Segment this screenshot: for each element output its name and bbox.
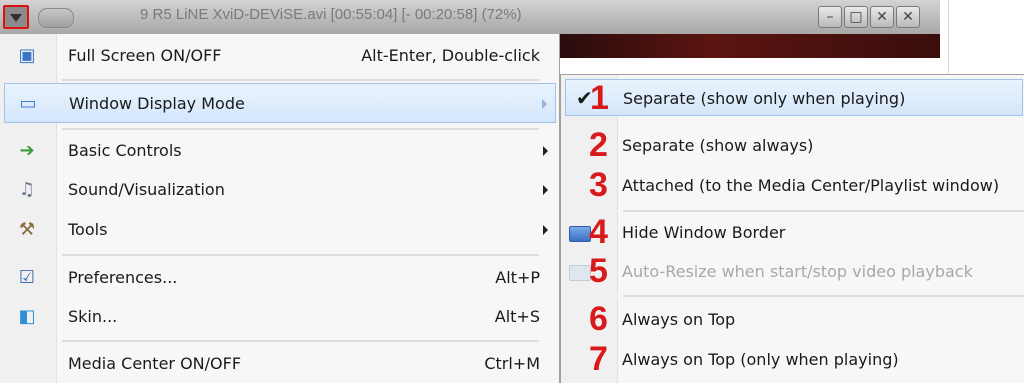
submenu-separator (623, 295, 1024, 297)
submenu-item-always-on-top[interactable]: 6 Always on Top (561, 300, 1024, 338)
menu-item-basic-controls[interactable]: ➔ Basic Controls (0, 131, 560, 171)
tools-icon: ⚒ (18, 219, 36, 240)
menu-separator (62, 79, 539, 81)
system-menu-button[interactable] (3, 5, 29, 29)
submenu-arrow-icon (543, 225, 548, 235)
skin-icon: ◧ (18, 306, 36, 327)
submenu-separator (623, 210, 1024, 212)
title-pill-button[interactable] (38, 8, 74, 28)
window-icon: ▭ (19, 93, 37, 114)
menu-item-label: Skin... (68, 307, 118, 326)
menu-item-sound-visualization[interactable]: ♫ Sound/Visualization (0, 170, 560, 210)
menu-item-shortcut: Alt+S (494, 307, 540, 326)
annotation-number: 2 (589, 126, 608, 164)
submenu-item-auto-resize: 5 Auto-Resize when start/stop video play… (561, 252, 1024, 290)
menu-item-label: Sound/Visualization (68, 180, 225, 199)
submenu-arrow-icon (543, 185, 548, 195)
menu-item-skin[interactable]: ◧ Skin... Alt+S (0, 297, 560, 337)
window-border-icon (569, 226, 591, 242)
preferences-icon: ☑ (18, 267, 36, 288)
menu-item-label: Full Screen ON/OFF (68, 46, 222, 65)
minimize-icon[interactable]: – (818, 6, 842, 28)
menu-item-shortcut: Alt-Enter, Double-click (361, 46, 540, 65)
menu-item-full-screen[interactable]: ▣ Full Screen ON/OFF Alt-Enter, Double-c… (0, 36, 560, 76)
menu-item-label: Basic Controls (68, 141, 182, 160)
window-title: 9 R5 LiNE XviD-DEViSE.avi [00:55:04] [- … (140, 6, 522, 23)
submenu-item-label: Always on Top (622, 310, 736, 329)
sound-icon: ♫ (18, 179, 36, 200)
menu-item-label: Window Display Mode (69, 94, 245, 113)
submenu-item-separate-playing[interactable]: ✔ 1 Separate (show only when playing) (565, 79, 1023, 117)
menu-item-label: Tools (68, 220, 108, 239)
menu-item-media-center[interactable]: Media Center ON/OFF Ctrl+M (0, 344, 560, 384)
video-preview-strip (560, 34, 940, 58)
submenu-item-label: Always on Top (only when playing) (622, 350, 899, 369)
submenu-item-label: Attached (to the Media Center/Playlist w… (622, 176, 1000, 195)
submenu-item-label: Hide Window Border (622, 223, 786, 242)
window-display-mode-submenu: ✔ 1 Separate (show only when playing) 2 … (560, 74, 1024, 383)
menu-separator (62, 128, 539, 130)
chevron-down-icon (10, 14, 22, 22)
submenu-arrow-icon (543, 146, 548, 156)
submenu-item-label: Separate (show only when playing) (623, 89, 906, 108)
menu-item-shortcut: Alt+P (495, 268, 540, 287)
annotation-number: 5 (589, 252, 608, 290)
submenu-item-attached[interactable]: 3 Attached (to the Media Center/Playlist… (561, 166, 1024, 204)
menu-item-label: Media Center ON/OFF (68, 354, 242, 373)
submenu-item-always-on-top-playing[interactable]: 7 Always on Top (only when playing) (561, 340, 1024, 378)
menu-item-label: Preferences... (68, 268, 178, 287)
media-center-icon (16, 354, 38, 374)
annotation-number: 4 (589, 213, 608, 251)
submenu-item-label: Separate (show always) (622, 136, 814, 155)
controls-icon: ➔ (19, 140, 35, 161)
menu-separator (62, 254, 539, 256)
window-controls: – □ ✕ ✕ (818, 6, 920, 28)
menu-item-tools[interactable]: ⚒ Tools (0, 210, 560, 250)
menu-separator (62, 340, 539, 342)
annotation-number: 7 (589, 340, 608, 378)
menu-item-shortcut: Ctrl+M (484, 354, 540, 373)
annotation-number: 6 (589, 300, 608, 338)
submenu-item-hide-border[interactable]: 4 Hide Window Border (561, 213, 1024, 251)
title-bar: 9 R5 LiNE XviD-DEViSE.avi [00:55:04] [- … (0, 0, 940, 34)
restore-icon[interactable]: □ (844, 6, 868, 28)
annotation-number: 3 (589, 166, 608, 204)
menu-item-preferences[interactable]: ☑ Preferences... Alt+P (0, 258, 560, 298)
menu-item-window-display-mode[interactable]: ▭ Window Display Mode (4, 83, 556, 123)
submenu-item-label: Auto-Resize when start/stop video playba… (622, 262, 973, 281)
close-icon[interactable]: ✕ (870, 6, 894, 28)
context-menu: ▣ Full Screen ON/OFF Alt-Enter, Double-c… (0, 34, 560, 383)
submenu-item-separate-always[interactable]: 2 Separate (show always) (561, 126, 1024, 164)
submenu-arrow-icon (542, 99, 547, 109)
auto-resize-icon (569, 265, 591, 281)
annotation-number: 1 (590, 79, 609, 117)
close-alt-icon[interactable]: ✕ (896, 6, 920, 28)
fullscreen-icon: ▣ (18, 45, 36, 66)
